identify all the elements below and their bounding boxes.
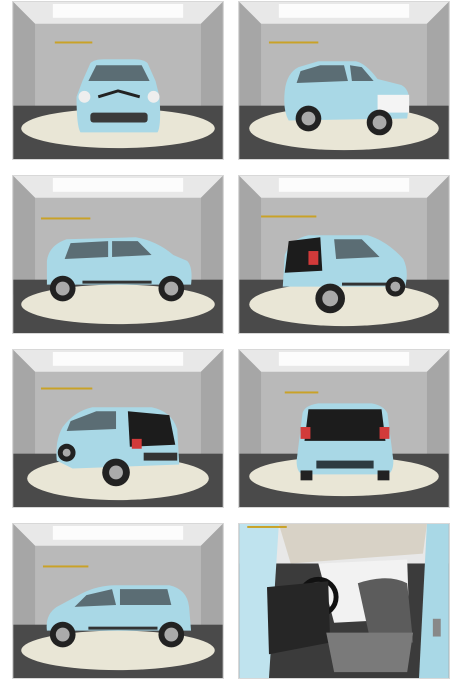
dealer-logo (40, 387, 93, 390)
car-rear-three-quarter-left-image (13, 350, 223, 507)
dealer-logo (284, 391, 319, 394)
photo-side-right[interactable] (12, 175, 224, 334)
photo-interior[interactable] (238, 523, 450, 679)
car-side-left-image (13, 524, 223, 678)
dealer-logo (42, 565, 89, 568)
photo-rear-three-quarter-right[interactable] (238, 175, 450, 334)
car-rear-image (239, 350, 449, 507)
car-side-right-image (13, 176, 223, 333)
car-front-image (13, 2, 223, 159)
photo-gallery (0, 0, 452, 679)
dealer-logo (54, 41, 93, 44)
dealer-logo (40, 217, 91, 220)
dealer-logo (247, 525, 287, 528)
photo-rear-three-quarter-left[interactable] (12, 349, 224, 508)
photo-rear[interactable] (238, 349, 450, 508)
dealer-logo (268, 41, 319, 44)
car-rear-three-quarter-right-image (239, 176, 449, 333)
photo-front-three-quarter[interactable] (238, 1, 450, 160)
dealer-logo (261, 215, 317, 218)
car-front-three-quarter-image (239, 2, 449, 159)
photo-front[interactable] (12, 1, 224, 160)
car-interior-image (239, 524, 449, 678)
photo-side-left[interactable] (12, 523, 224, 679)
